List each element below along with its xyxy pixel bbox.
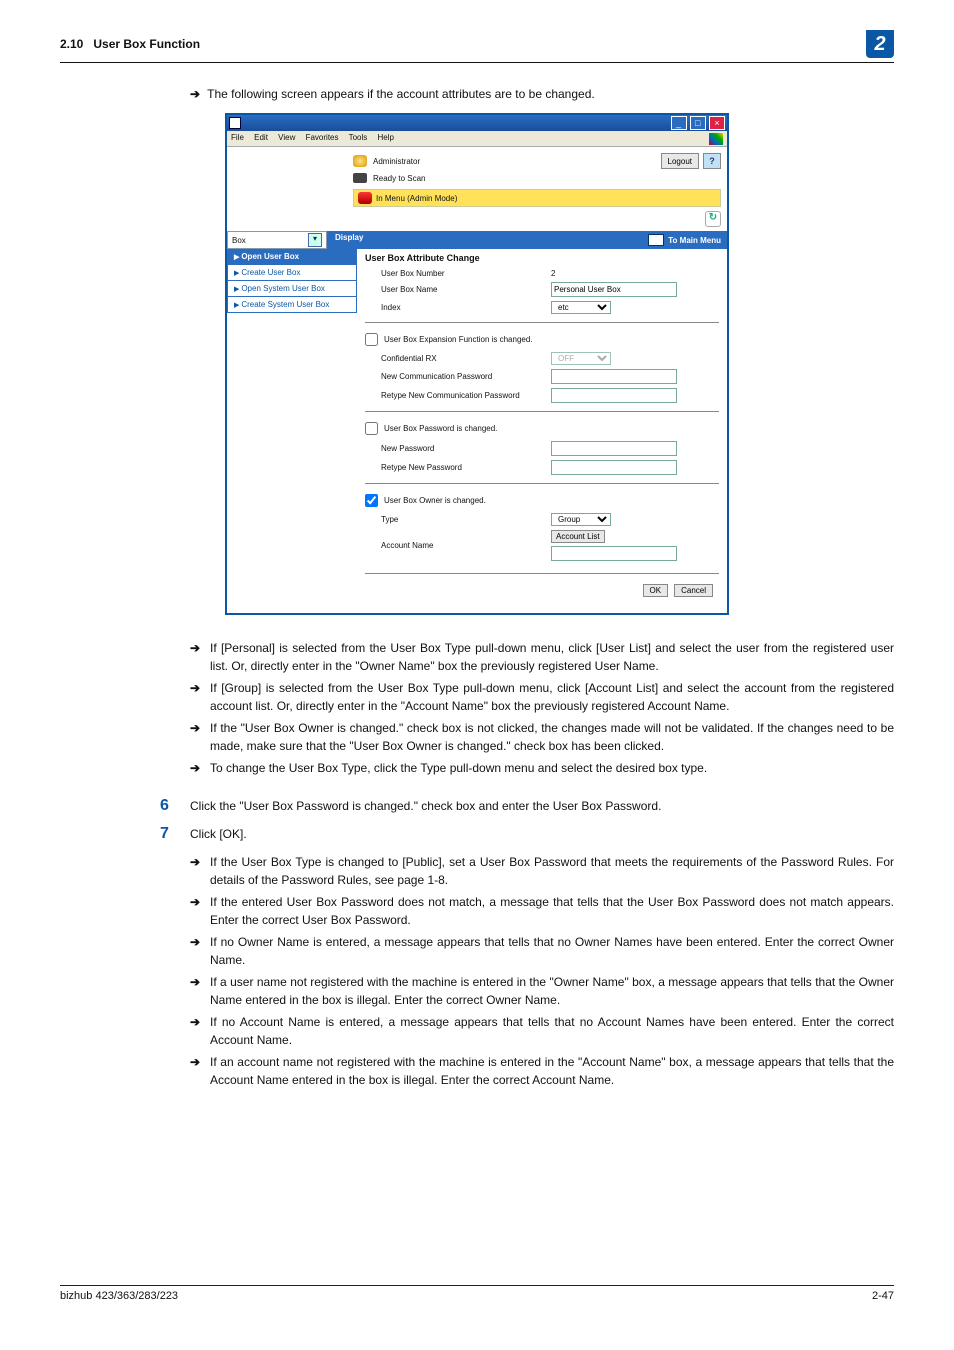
embedded-window: _ □ × File Edit View Favorites Tools Hel… xyxy=(225,113,729,615)
bullet-text: If no Account Name is entered, a message… xyxy=(210,1013,894,1049)
step-number-6: 6 xyxy=(160,797,190,815)
bullet-text: If a user name not registered with the m… xyxy=(210,973,894,1009)
mode-icon xyxy=(358,192,372,204)
help-button[interactable]: ? xyxy=(703,153,721,169)
label-user-box-name: User Box Name xyxy=(365,285,551,294)
label-type: Type xyxy=(365,515,551,524)
label-expansion-changed: User Box Expansion Function is changed. xyxy=(384,335,533,344)
arrow-icon: ➔ xyxy=(190,1053,210,1089)
minimize-icon[interactable]: _ xyxy=(671,116,687,130)
chevron-down-icon: ▾ xyxy=(308,233,322,247)
menubar: File Edit View Favorites Tools Help xyxy=(231,133,402,145)
intro-text: The following screen appears if the acco… xyxy=(207,87,595,101)
menu-help[interactable]: Help xyxy=(378,133,394,142)
admin-label: Administrator xyxy=(373,157,420,166)
category-dropdown-label: Box xyxy=(232,236,246,245)
admin-icon xyxy=(353,155,367,167)
arrow-icon: ➔ xyxy=(190,87,204,101)
section-number: 2.10 xyxy=(60,37,83,51)
to-main-menu-button[interactable]: To Main Menu xyxy=(642,232,727,248)
sidebar-item-create-user-box[interactable]: Create User Box xyxy=(227,265,357,281)
bullet-text: If the User Box Type is changed to [Publ… xyxy=(210,853,894,889)
arrow-icon: ➔ xyxy=(190,639,210,675)
input-user-box-name[interactable] xyxy=(551,282,677,297)
app-icon xyxy=(229,117,241,129)
close-icon[interactable]: × xyxy=(709,116,725,130)
bullet-text: If [Group] is selected from the User Box… xyxy=(210,679,894,715)
panel-title: User Box Attribute Change xyxy=(365,253,719,263)
arrow-icon: ➔ xyxy=(190,893,210,929)
step-number-7: 7 xyxy=(160,825,190,843)
checkbox-expansion-changed[interactable] xyxy=(365,333,378,346)
checkbox-owner-changed[interactable] xyxy=(365,494,378,507)
ie-flag-icon xyxy=(709,133,723,145)
cancel-button[interactable]: Cancel xyxy=(674,584,713,597)
account-list-button[interactable]: Account List xyxy=(551,530,605,543)
category-dropdown[interactable]: Box ▾ xyxy=(227,231,327,249)
bullets-mid: ➔If [Personal] is selected from the User… xyxy=(190,639,894,777)
arrow-icon: ➔ xyxy=(190,759,210,777)
printer-icon xyxy=(353,173,367,183)
arrow-icon: ➔ xyxy=(190,719,210,755)
bullet-text: If the entered User Box Password does no… xyxy=(210,893,894,929)
label-account-name: Account Name xyxy=(365,541,551,550)
bullet-text: If an account name not registered with t… xyxy=(210,1053,894,1089)
bullet-text: To change the User Box Type, click the T… xyxy=(210,759,894,777)
label-retype-password: Retype New Password xyxy=(365,463,551,472)
bullet-text: If the "User Box Owner is changed." chec… xyxy=(210,719,894,755)
menu-file[interactable]: File xyxy=(231,133,244,142)
input-retype-password[interactable] xyxy=(551,460,677,475)
arrow-icon: ➔ xyxy=(190,933,210,969)
label-new-password: New Password xyxy=(365,444,551,453)
input-retype-comm-password[interactable] xyxy=(551,388,677,403)
bullets-step7: ➔If the User Box Type is changed to [Pub… xyxy=(190,853,894,1089)
select-type[interactable]: Group xyxy=(551,513,611,526)
bullet-text: If no Owner Name is entered, a message a… xyxy=(210,933,894,969)
label-owner-changed: User Box Owner is changed. xyxy=(384,496,486,505)
to-main-menu-label: To Main Menu xyxy=(668,236,721,245)
mode-text: In Menu (Admin Mode) xyxy=(376,194,457,203)
menu-view[interactable]: View xyxy=(278,133,295,142)
arrow-icon: ➔ xyxy=(190,853,210,889)
label-password-changed: User Box Password is changed. xyxy=(384,424,497,433)
section-title: User Box Function xyxy=(93,37,200,51)
menu-tools[interactable]: Tools xyxy=(349,133,368,142)
ok-button[interactable]: OK xyxy=(643,584,669,597)
footer-model: bizhub 423/363/283/223 xyxy=(60,1290,178,1302)
logout-button[interactable]: Logout xyxy=(661,153,699,169)
select-confidential-rx: OFF xyxy=(551,352,611,365)
input-new-password[interactable] xyxy=(551,441,677,456)
bullet-text: If [Personal] is selected from the User … xyxy=(210,639,894,675)
menu-favorites[interactable]: Favorites xyxy=(306,133,339,142)
footer-page: 2-47 xyxy=(872,1290,894,1302)
arrow-icon: ➔ xyxy=(190,973,210,1009)
refresh-button[interactable]: ↻ xyxy=(705,211,721,227)
menu-edit[interactable]: Edit xyxy=(254,133,268,142)
input-account-name[interactable] xyxy=(551,546,677,561)
chapter-badge: 2 xyxy=(866,30,894,58)
value-user-box-number: 2 xyxy=(551,269,555,278)
label-confidential-rx: Confidential RX xyxy=(365,354,551,363)
arrow-icon: ➔ xyxy=(190,679,210,715)
checkbox-password-changed[interactable] xyxy=(365,422,378,435)
sidebar-item-open-user-box[interactable]: Open User Box xyxy=(227,249,357,265)
step-text-7: Click [OK]. xyxy=(190,825,894,843)
sidebar-item-open-system-user-box[interactable]: Open System User Box xyxy=(227,281,357,297)
main-menu-icon xyxy=(648,234,664,246)
label-new-comm-password: New Communication Password xyxy=(365,372,551,381)
input-new-comm-password[interactable] xyxy=(551,369,677,384)
step-text-6: Click the "User Box Password is changed.… xyxy=(190,797,894,815)
sidebar-item-create-system-user-box[interactable]: Create System User Box xyxy=(227,297,357,313)
arrow-icon: ➔ xyxy=(190,1013,210,1049)
select-index[interactable]: etc xyxy=(551,301,611,314)
display-button[interactable]: Display xyxy=(327,231,371,249)
label-user-box-number: User Box Number xyxy=(365,269,551,278)
status-text: Ready to Scan xyxy=(373,174,425,183)
maximize-icon[interactable]: □ xyxy=(690,116,706,130)
label-retype-comm-password: Retype New Communication Password xyxy=(365,391,551,400)
label-index: Index xyxy=(365,303,551,312)
